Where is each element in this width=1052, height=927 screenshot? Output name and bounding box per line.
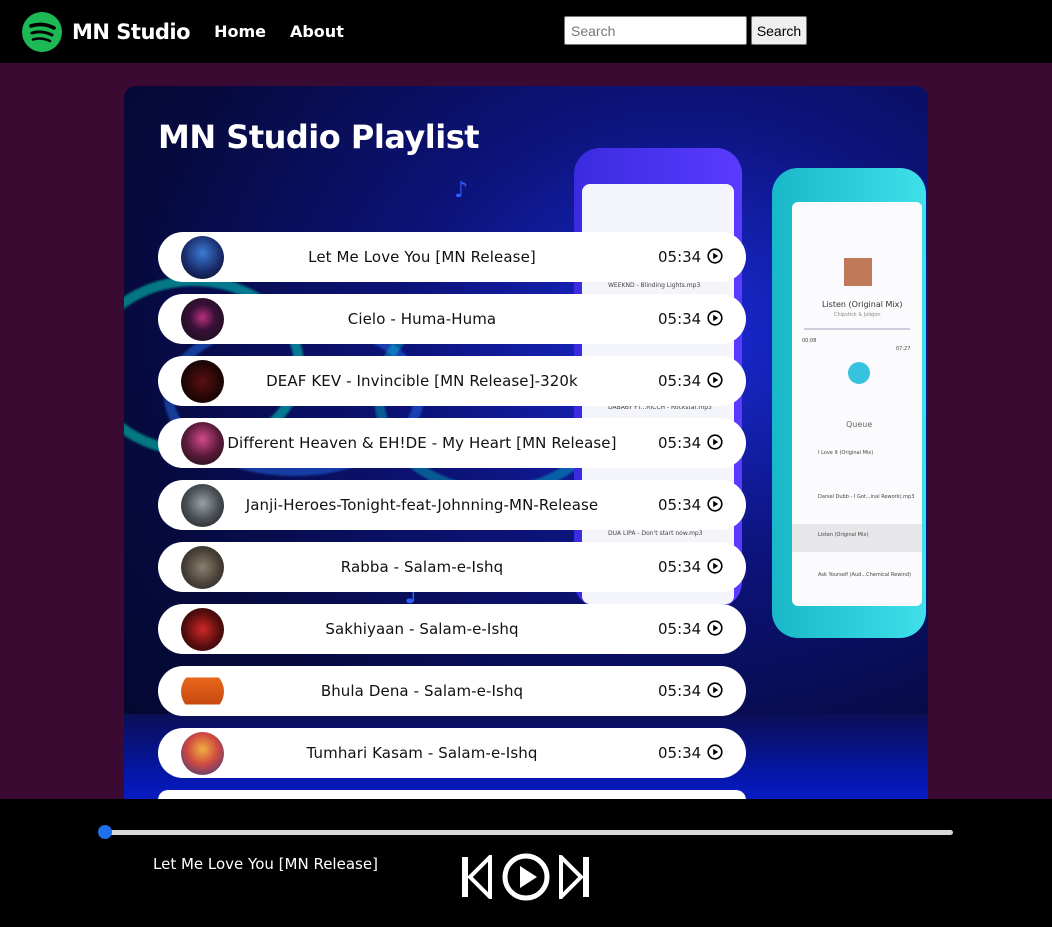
mockup-queue-item: Ask Yourself (Aud...Chemical Rewind) [818,572,911,578]
song-thumbnail [181,670,224,713]
song-thumbnail [181,608,224,651]
search-input[interactable] [564,16,747,45]
song-title: Sakhiyaan - Salam-e-Ishq [325,620,519,638]
song-thumbnail [181,298,224,341]
song-duration: 05:34 [658,372,702,390]
song-duration: 05:34 [658,620,702,638]
search-button[interactable]: Search [751,16,807,45]
search-form: Search [564,16,807,45]
song-thumbnail [181,484,224,527]
song-title: Rabba - Salam-e-Ishq [340,558,504,576]
player-bar: Let Me Love You [MN Release] [0,799,1052,927]
play-circle-icon[interactable] [707,434,723,450]
song-thumbnail [181,732,224,775]
phone-mockup-front: Listen (Original Mix) Chipstick & Jolejo… [772,168,926,638]
song-title: Let Me Love You [MN Release] [308,248,536,266]
song-duration: 05:34 [658,682,702,700]
song-title: Different Heaven & EH!DE - My Heart [MN … [227,434,617,452]
song-thumbnail [181,236,224,279]
song-title: Tumhari Kasam - Salam-e-Ishq [306,744,538,762]
mockup-queue-item: Daniel Dubb - I Got...inal Rework).mp3 [818,494,915,500]
song-item[interactable]: Sakhiyaan - Salam-e-Ishq 05:34 [158,604,746,654]
mockup-queue-label: Queue [846,420,873,429]
song-title: Bhula Dena - Salam-e-Ishq [320,682,524,700]
song-item[interactable]: Janji-Heroes-Tonight-feat-Johnning-MN-Re… [158,480,746,530]
mockup-row: WEEKND - Blinding Lights.mp3 [608,282,701,289]
mockup-progress [804,328,910,330]
mockup-time-start: 00:08 [802,338,817,344]
play-circle-icon[interactable] [707,558,723,574]
play-circle-icon[interactable] [707,248,723,264]
phone-screen: Listen (Original Mix) Chipstick & Jolejo… [792,202,922,606]
previous-icon[interactable] [460,855,492,899]
mockup-queue-highlight [792,524,922,552]
song-title: Janji-Heroes-Tonight-feat-Johnning-MN-Re… [245,496,599,514]
song-item[interactable]: Different Heaven & EH!DE - My Heart [MN … [158,418,746,468]
next-icon[interactable] [559,855,591,899]
song-duration: 05:34 [658,496,702,514]
play-circle-icon[interactable] [707,682,723,698]
mockup-track-title: Listen (Original Mix) [822,300,903,309]
song-item[interactable]: Bhula Dena - Salam-e-Ishq 05:34 [158,666,746,716]
progress-slider[interactable] [98,825,953,839]
song-item[interactable]: DEAF KEV - Invincible [MN Release]-320k … [158,356,746,406]
navbar: MN Studio Home About Search [0,0,1052,63]
pause-icon [848,362,870,384]
brand-name: MN Studio [72,19,191,44]
play-circle-icon[interactable] [707,744,723,760]
play-circle-icon[interactable] [707,496,723,512]
song-item[interactable]: Cielo - Huma-Huma 05:34 [158,294,746,344]
mockup-time-end: 07:27 [896,346,911,352]
mockup-row: DUA LIPA - Don't start now.mp3 [608,530,703,537]
song-duration: 05:34 [658,434,702,452]
song-thumbnail [181,422,224,465]
song-item[interactable]: Tumhari Kasam - Salam-e-Ishq 05:34 [158,728,746,778]
song-title: Cielo - Huma-Huma [347,310,497,328]
page-title: MN Studio Playlist [158,118,480,156]
spotify-logo-icon [22,11,62,52]
mockup-track-artist: Chipstick & Jolejon [834,312,881,318]
song-duration: 05:34 [658,248,702,266]
nav-link-home[interactable]: Home [214,22,266,41]
brand[interactable]: MN Studio [22,11,191,52]
song-item[interactable]: Rabba - Salam-e-Ishq 05:34 [158,542,746,592]
song-thumbnail [181,360,224,403]
song-duration: 05:34 [658,310,702,328]
song-title: DEAF KEV - Invincible [MN Release]-320k [266,372,578,390]
progress-thumb[interactable] [98,825,112,839]
nav-link-about[interactable]: About [290,22,344,41]
song-duration: 05:34 [658,558,702,576]
mockup-queue-item: Listen (Original Mix) [818,532,869,538]
now-playing-title: Let Me Love You [MN Release] [153,855,378,873]
play-icon[interactable] [502,853,550,901]
mockup-queue-item: I Love It (Original Mix) [818,450,874,456]
play-circle-icon[interactable] [707,372,723,388]
song-item[interactable]: Let Me Love You [MN Release] 05:34 [158,232,746,282]
play-circle-icon[interactable] [707,620,723,636]
album-art [844,258,872,286]
song-duration: 05:34 [658,744,702,762]
play-circle-icon[interactable] [707,310,723,326]
music-note-icon: ♪ [454,178,469,203]
song-thumbnail [181,546,224,589]
